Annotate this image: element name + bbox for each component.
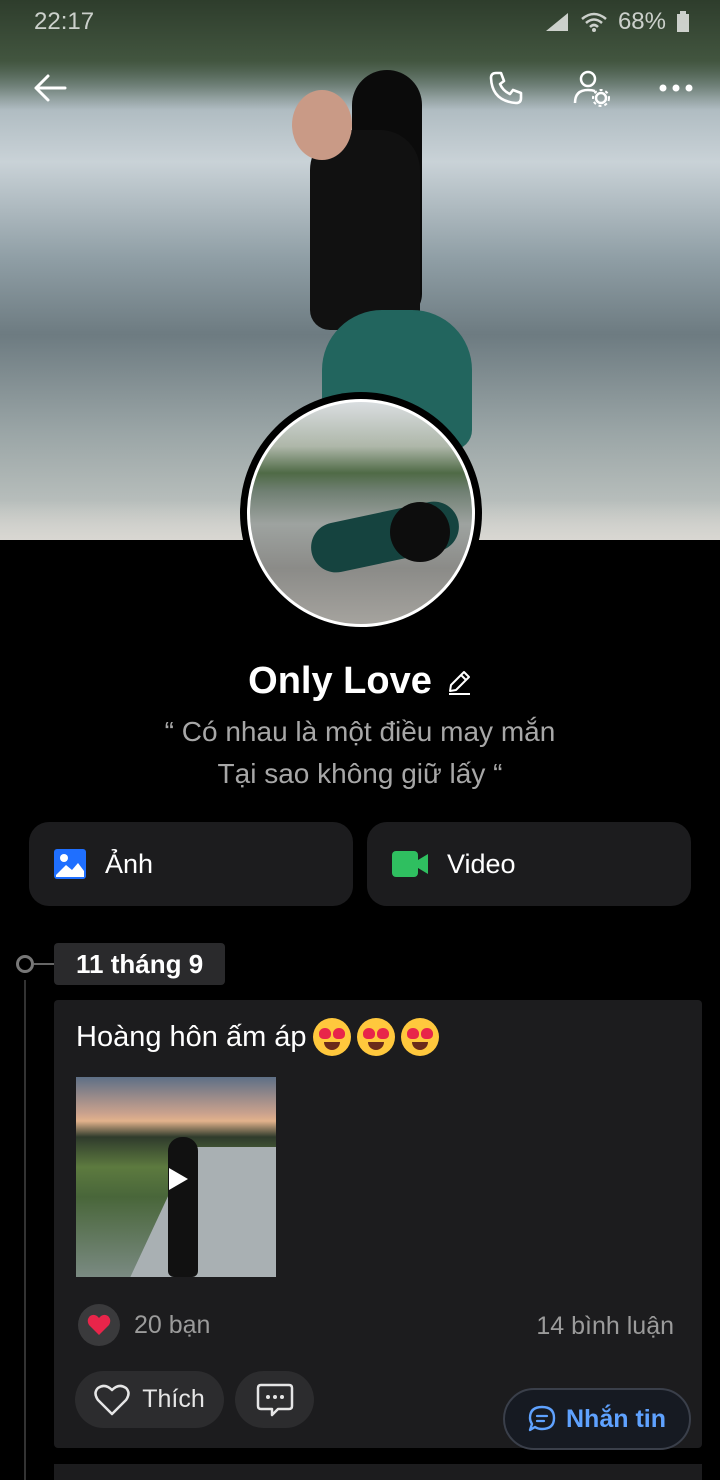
- heart-eyes-emoji-icon: [356, 1018, 395, 1056]
- heart-eyes-emoji-icon: [312, 1018, 351, 1056]
- post-comments-count[interactable]: 14 bình luận: [536, 1312, 674, 1341]
- photos-label: Ảnh: [105, 848, 154, 879]
- wifi-icon: [581, 12, 607, 32]
- comment-button[interactable]: [235, 1371, 314, 1428]
- pencil-icon[interactable]: [446, 669, 472, 695]
- like-label: Thích: [142, 1385, 205, 1413]
- timeline-date: 11 tháng 9: [54, 943, 226, 985]
- avatar-image: [247, 399, 475, 627]
- heart-outline-icon: [94, 1384, 130, 1415]
- back-button[interactable]: [22, 60, 78, 116]
- message-button[interactable]: Nhắn tin: [503, 1388, 691, 1450]
- profile-name: Only Love: [248, 660, 432, 702]
- timeline-post: Hoàng hôn ấm áp 20 bạn 14 bình luận Thíc…: [54, 1000, 702, 1448]
- battery-icon: [677, 11, 689, 32]
- back-arrow-icon: [34, 74, 67, 102]
- timeline-connector: [34, 963, 56, 965]
- status-time: 22:17: [34, 8, 95, 35]
- post-caption-row: Hoàng hôn ấm áp: [76, 1018, 439, 1056]
- post-video-thumbnail[interactable]: [76, 1077, 276, 1277]
- call-button[interactable]: [478, 60, 534, 116]
- like-button[interactable]: Thích: [75, 1371, 224, 1428]
- more-dots-icon: [659, 84, 693, 92]
- play-icon: [162, 1163, 194, 1195]
- timeline-line: [24, 980, 26, 1480]
- timeline-dot: [16, 955, 34, 973]
- image-icon: [54, 849, 86, 879]
- status-bar: 22:17 68%: [0, 0, 720, 44]
- top-bar: [0, 60, 720, 120]
- profile-status-line-2: Tại sao không giữ lấy “: [217, 758, 503, 789]
- heart-reaction-icon: [78, 1304, 120, 1346]
- profile-name-row: Only Love: [0, 660, 720, 703]
- profile-avatar[interactable]: [240, 392, 482, 634]
- heart-eyes-emoji-icon: [400, 1018, 439, 1056]
- user-settings-icon: [573, 70, 610, 107]
- next-post-card: [54, 1464, 702, 1480]
- message-label: Nhắn tin: [566, 1404, 666, 1433]
- post-likes-count: 20 bạn: [134, 1310, 211, 1339]
- photos-button[interactable]: Ảnh: [29, 822, 353, 906]
- post-reactions[interactable]: 20 bạn: [78, 1304, 210, 1346]
- phone-icon: [489, 71, 523, 105]
- signal-icon: [545, 13, 568, 31]
- battery-percent: 68%: [617, 8, 666, 35]
- comment-bubble-icon: [256, 1383, 293, 1416]
- videos-label: Video: [447, 848, 516, 879]
- profile-settings-button[interactable]: [563, 60, 619, 116]
- more-options-button[interactable]: [648, 60, 704, 116]
- videos-button[interactable]: Video: [367, 822, 691, 906]
- profile-status-line-1: “ Có nhau là một điều may mắn: [164, 716, 556, 747]
- post-caption: Hoàng hôn ấm áp: [76, 1020, 307, 1053]
- video-camera-icon: [392, 851, 428, 877]
- chat-bubble-icon: [528, 1405, 556, 1432]
